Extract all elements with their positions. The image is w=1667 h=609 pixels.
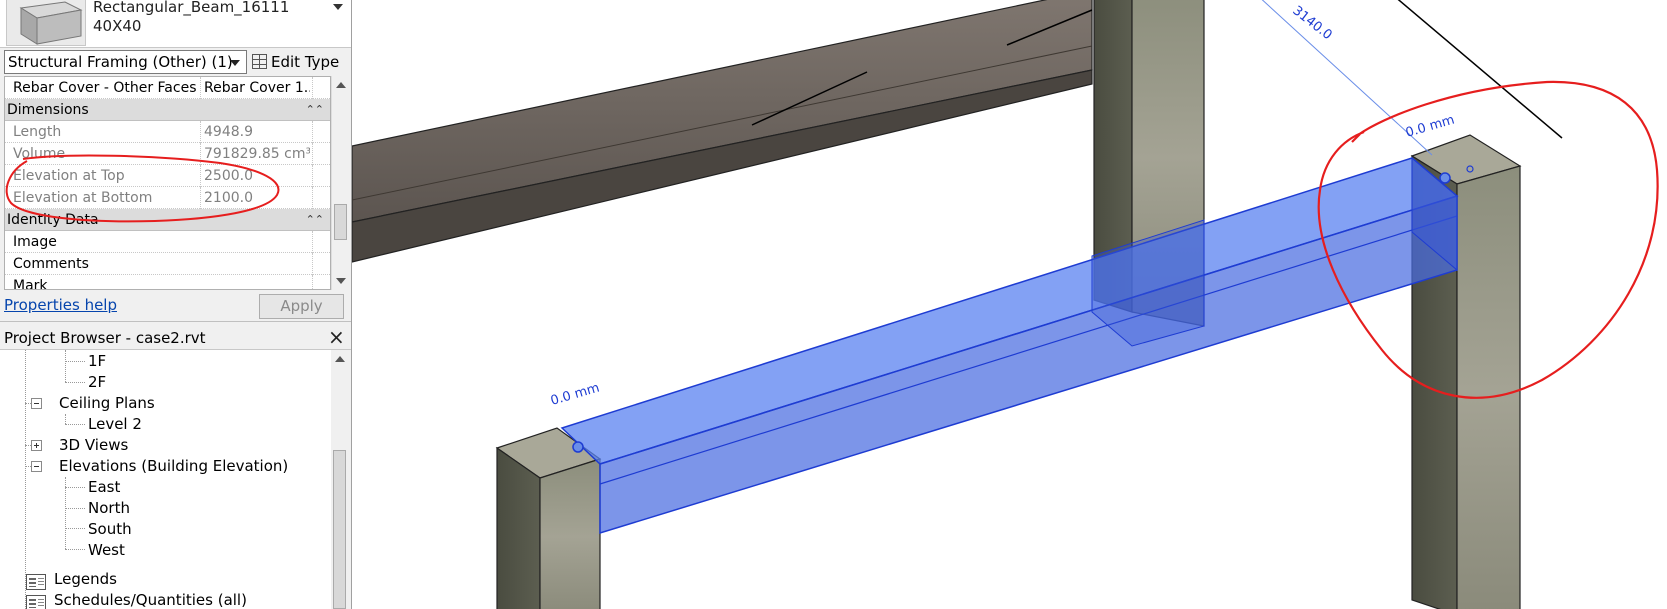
- param-value: 2100.0: [200, 187, 310, 209]
- close-icon[interactable]: ×: [328, 326, 345, 348]
- collapse-icon[interactable]: ⌃⌃: [306, 99, 324, 121]
- schedules-icon: [26, 595, 46, 609]
- param-name: Image: [13, 234, 57, 250]
- param-row-length[interactable]: Length 4948.9: [5, 121, 330, 143]
- param-name: Volume: [13, 146, 66, 162]
- tree-item-1f[interactable]: 1F: [88, 350, 106, 372]
- legends-icon: [26, 574, 46, 590]
- type-size: 40X40: [93, 17, 142, 35]
- project-browser-title: Project Browser - case2.rvt: [4, 329, 206, 347]
- left-column[interactable]: [495, 427, 602, 609]
- beam-thumbnail-icon: [6, 0, 86, 46]
- collapse-toggle-icon[interactable]: [31, 398, 42, 409]
- filter-row: Structural Framing (Other) (1) Edit Type: [0, 48, 351, 76]
- param-row-image[interactable]: Image: [5, 231, 330, 253]
- scroll-down-icon[interactable]: [336, 278, 346, 284]
- scroll-thumb[interactable]: [333, 450, 346, 609]
- type-name: Rectangular_Beam_16111: [93, 0, 290, 16]
- scroll-up-icon[interactable]: [335, 356, 345, 362]
- param-value[interactable]: Rebar Cover 1...: [200, 77, 310, 99]
- param-row-volume[interactable]: Volume 791829.85 cm³: [5, 143, 330, 165]
- param-row-elevation-bottom[interactable]: Elevation at Bottom 2100.0: [5, 187, 330, 209]
- properties-grid: Rebar Cover - Other Faces Rebar Cover 1.…: [4, 76, 331, 290]
- param-value: 2500.0: [200, 165, 310, 187]
- 3d-view-canvas[interactable]: 0.0 mm 0.0 mm 3140.0: [352, 0, 1667, 609]
- collapse-toggle-icon[interactable]: [31, 461, 42, 472]
- tree-item-legends[interactable]: Legends: [54, 568, 117, 590]
- param-row-mark[interactable]: Mark: [5, 275, 330, 290]
- param-value: 4948.9: [200, 121, 310, 143]
- scroll-up-icon[interactable]: [336, 82, 346, 88]
- param-name: Rebar Cover - Other Faces: [13, 80, 197, 96]
- tree-item-schedules[interactable]: Schedules/Quantities (all): [54, 589, 247, 609]
- dim-beam-length[interactable]: 3140.0: [1290, 3, 1335, 43]
- tree-item-2f[interactable]: 2F: [88, 371, 106, 393]
- dim-right-offset[interactable]: 0.0 mm: [1404, 113, 1456, 141]
- tree-item-elevations[interactable]: Elevations (Building Elevation): [59, 455, 288, 477]
- edit-type-button[interactable]: Edit Type: [252, 50, 339, 74]
- param-name: Elevation at Bottom: [13, 190, 153, 206]
- tree-item-level-2[interactable]: Level 2: [88, 413, 142, 435]
- apply-button[interactable]: Apply: [259, 294, 344, 319]
- tree-item-east[interactable]: East: [88, 476, 120, 498]
- group-header-dimensions[interactable]: Dimensions ⌃⌃: [5, 99, 330, 121]
- tree-item-north[interactable]: North: [88, 497, 130, 519]
- tree-item-south[interactable]: South: [88, 518, 132, 540]
- type-dropdown-icon[interactable]: [333, 4, 343, 10]
- properties-and-browser-panel: Rectangular_Beam_16111 40X40 Structural …: [0, 0, 352, 609]
- edit-type-icon: [252, 54, 267, 69]
- param-name: Mark: [13, 278, 48, 290]
- param-name: Elevation at Top: [13, 168, 125, 184]
- param-name: Comments: [13, 256, 89, 272]
- properties-scrollbar[interactable]: [331, 76, 348, 290]
- revit-window: Rectangular_Beam_16111 40X40 Structural …: [0, 0, 1667, 609]
- group-name: Dimensions: [7, 102, 89, 118]
- collapse-icon[interactable]: ⌃⌃: [306, 209, 324, 231]
- tree-item-3d-views[interactable]: 3D Views: [59, 434, 128, 456]
- chevron-down-icon: [230, 60, 240, 66]
- properties-footer: Properties help Apply: [0, 290, 351, 322]
- project-browser-header: Project Browser - case2.rvt ×: [0, 326, 351, 350]
- selected-beam[interactable]: [560, 156, 1474, 535]
- tree-item-west[interactable]: West: [88, 539, 125, 561]
- param-name: Length: [13, 124, 62, 140]
- project-browser-tree: 1F 2F Ceiling Plans Level 2 3D Views Ele…: [0, 350, 331, 609]
- upper-beam[interactable]: [352, 0, 1093, 263]
- group-name: Identity Data: [7, 212, 99, 228]
- expand-toggle-icon[interactable]: [31, 440, 42, 451]
- category-filter-label: Structural Framing (Other) (1): [8, 53, 233, 71]
- category-filter-dropdown[interactable]: Structural Framing (Other) (1): [4, 50, 247, 74]
- param-row-rebar-cover[interactable]: Rebar Cover - Other Faces Rebar Cover 1.…: [5, 77, 330, 99]
- dim-left-offset[interactable]: 0.0 mm: [549, 381, 601, 409]
- right-grip-handle[interactable]: [1439, 172, 1451, 184]
- param-row-comments[interactable]: Comments: [5, 253, 330, 275]
- edit-type-label: Edit Type: [271, 53, 340, 71]
- properties-help-link[interactable]: Properties help: [4, 296, 117, 314]
- param-row-elevation-top[interactable]: Elevation at Top 2500.0: [5, 165, 330, 187]
- scroll-thumb[interactable]: [334, 204, 347, 240]
- param-value: 791829.85 cm³: [200, 143, 310, 165]
- type-selector[interactable]: Rectangular_Beam_16111 40X40: [0, 0, 351, 48]
- project-browser-scrollbar[interactable]: [331, 350, 348, 609]
- tree-item-ceiling-plans[interactable]: Ceiling Plans: [59, 392, 155, 414]
- group-header-identity-data[interactable]: Identity Data ⌃⌃: [5, 209, 330, 231]
- left-grip-handle[interactable]: [572, 441, 584, 453]
